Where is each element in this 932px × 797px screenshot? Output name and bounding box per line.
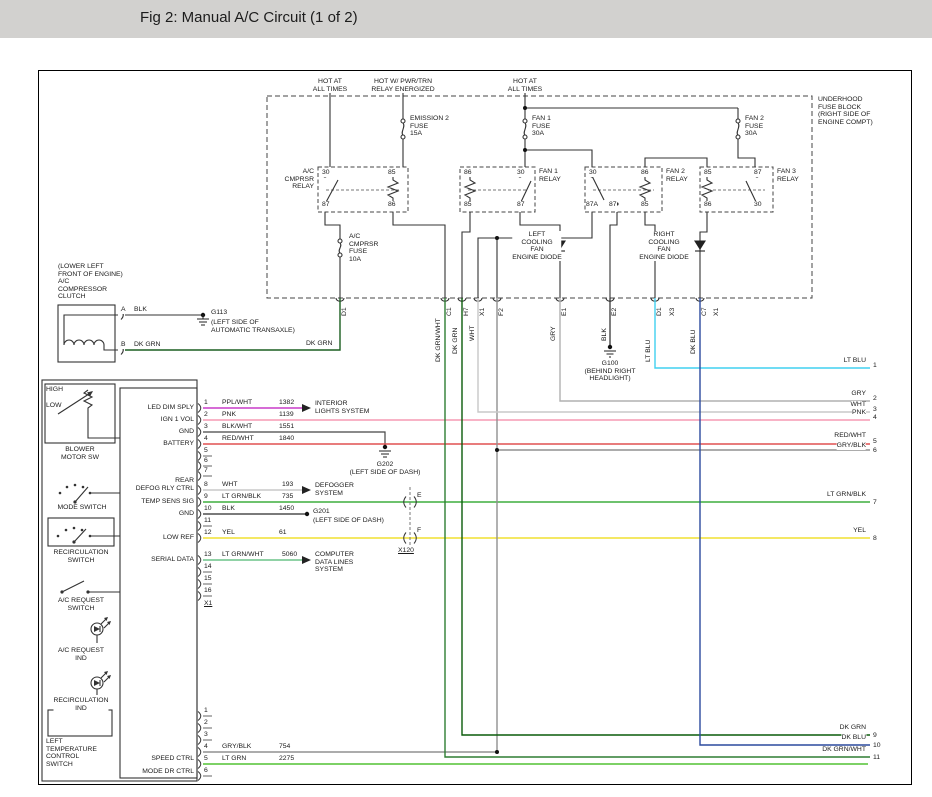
blower-wiper-arrowhead bbox=[87, 391, 93, 397]
junction-dots bbox=[495, 106, 527, 240]
arrow-defogger bbox=[302, 486, 311, 494]
fuse-terminals bbox=[338, 119, 740, 257]
inline-connector-x120 bbox=[404, 487, 417, 552]
recirculation-led-icon bbox=[91, 671, 111, 695]
fuse-block-connector-arcs bbox=[336, 298, 704, 301]
wire-dk-grn-clutch bbox=[125, 298, 340, 350]
control-head-connector-box bbox=[120, 388, 197, 778]
unused-pin-stubs bbox=[203, 456, 212, 776]
left-cooling-fan-diode-symbol bbox=[555, 241, 565, 251]
relay-coils bbox=[388, 176, 712, 204]
ac-request-led-icon bbox=[91, 617, 111, 643]
ac-compressor-clutch-group bbox=[58, 305, 203, 362]
clutch-coil bbox=[64, 315, 118, 350]
connector-pin-arcs bbox=[198, 404, 201, 781]
recirculation-switch-symbol bbox=[57, 527, 120, 544]
ac-request-switch-symbol bbox=[60, 581, 120, 594]
wire-dk-grn bbox=[462, 298, 870, 735]
page: Fig 2: Manual A/C Circuit (1 of 2) bbox=[0, 0, 932, 797]
wiring-diagram-canvas bbox=[0, 0, 932, 797]
power-feed-wires bbox=[330, 93, 755, 167]
wire-wht bbox=[478, 298, 870, 412]
fuse-elements bbox=[339, 123, 739, 253]
colored-wires bbox=[125, 298, 870, 764]
arrow-interior-lights bbox=[302, 404, 311, 412]
arrow-computer-data bbox=[302, 556, 311, 564]
wire-lt-blu bbox=[655, 298, 870, 368]
relay-output-wires bbox=[325, 212, 707, 298]
mode-switch-symbol bbox=[59, 484, 120, 504]
wire-dk-grn-wht bbox=[445, 298, 870, 757]
wire-dk-blu bbox=[700, 298, 870, 745]
wire-gry bbox=[560, 298, 870, 401]
recirculation-switch-box bbox=[48, 518, 114, 546]
wire-blk-wht bbox=[203, 432, 385, 445]
ground-g100 bbox=[604, 345, 616, 357]
ground-symbols bbox=[197, 313, 616, 754]
fuse-block-outline bbox=[267, 96, 812, 298]
blower-switch-box bbox=[45, 384, 115, 443]
temp-control-box bbox=[48, 710, 112, 736]
relay-switch-arms bbox=[325, 176, 757, 204]
clutch-box bbox=[58, 305, 115, 362]
clutch-terminal-arcs bbox=[121, 311, 123, 355]
underhood-fuse-block-group bbox=[267, 96, 812, 298]
ground-g202 bbox=[379, 445, 391, 457]
system-arrows bbox=[302, 404, 311, 564]
fuse-block-wiring bbox=[323, 93, 758, 301]
right-cooling-fan-diode-symbol bbox=[695, 241, 705, 251]
ground-g201 bbox=[305, 512, 309, 516]
wire-gry-blk bbox=[203, 298, 870, 752]
control-head-group bbox=[42, 380, 212, 781]
